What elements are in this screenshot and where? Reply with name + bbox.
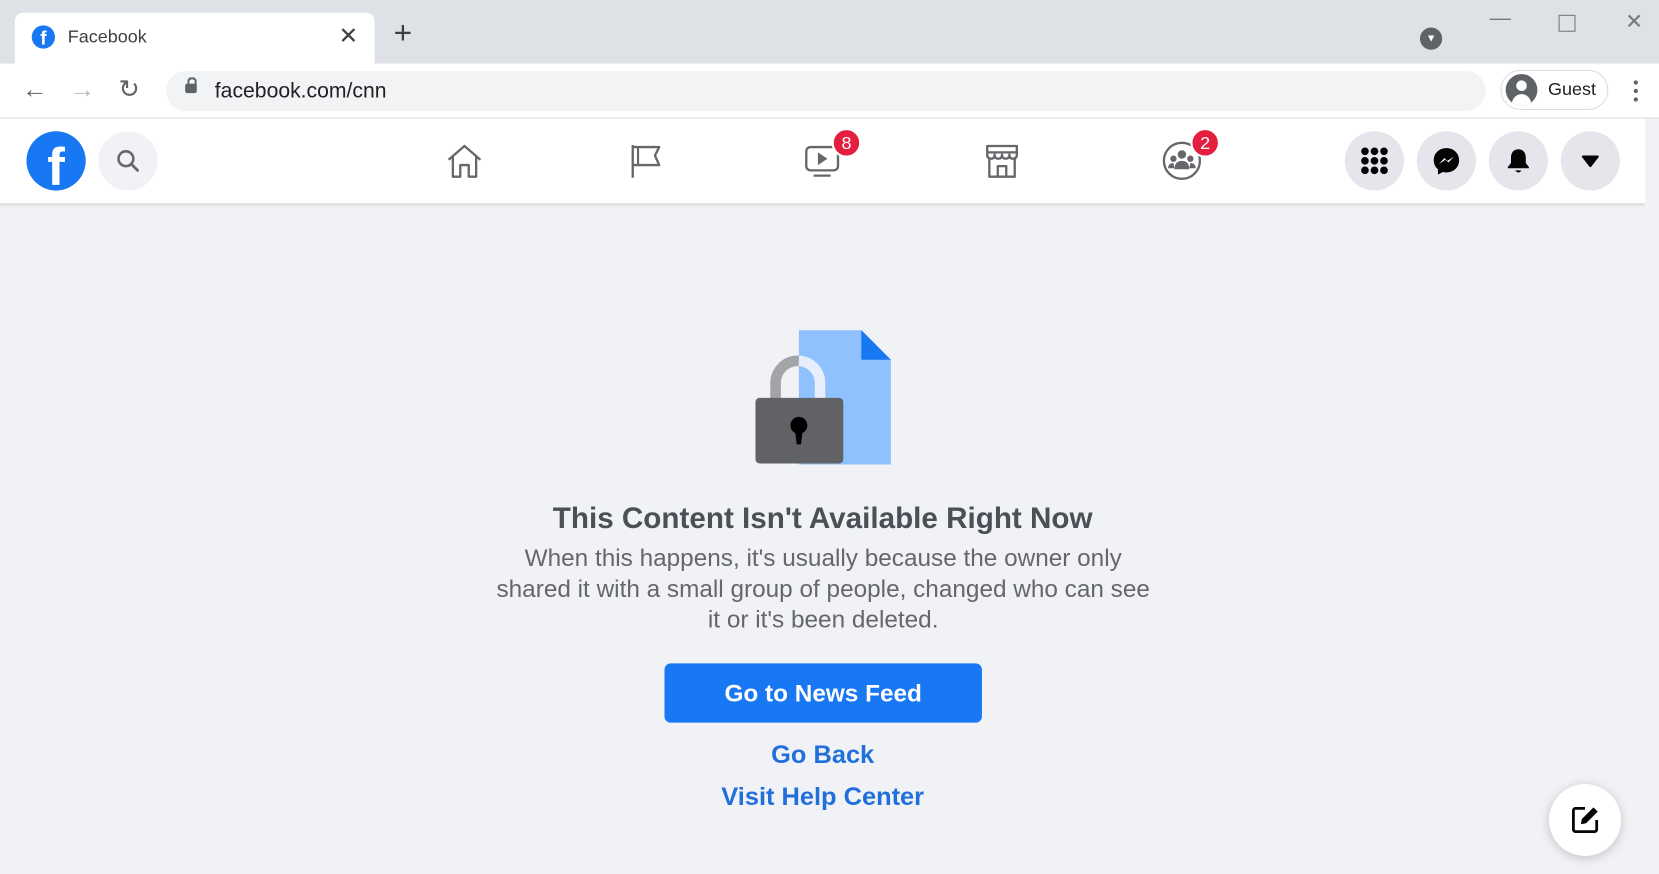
facebook-logo[interactable]: f — [26, 131, 86, 191]
flag-icon — [631, 144, 661, 178]
account-button[interactable] — [1560, 131, 1620, 191]
notifications-button[interactable] — [1488, 131, 1549, 191]
grid-menu-icon — [1361, 147, 1388, 175]
menu-button[interactable] — [1344, 131, 1405, 191]
compose-icon — [1572, 807, 1599, 834]
help-center-link-text[interactable]: Visit Help Center — [721, 783, 924, 812]
browser-window: f Facebook ✕ + ▼ — ✕ ← → ↻ facebook.com/… — [0, 0, 1659, 874]
search-icon — [117, 150, 139, 172]
facebook-favicon-icon: f — [31, 25, 56, 49]
help-center-link: Visit Help Center — [0, 783, 1645, 813]
avatar-icon — [1505, 74, 1538, 106]
browser-toolbar: ← → ↻ facebook.com/cnn Guest — [0, 63, 1659, 119]
search-button[interactable] — [98, 131, 158, 191]
tab-strip: f Facebook ✕ + ▼ — ✕ — [0, 0, 1659, 64]
tab-close-icon[interactable]: ✕ — [339, 22, 359, 50]
locked-content-illustration — [755, 330, 891, 465]
forward-icon[interactable]: → — [70, 74, 95, 106]
page-scrollbar[interactable] — [1645, 118, 1659, 874]
store-icon — [986, 144, 1018, 178]
go-to-news-feed-button[interactable]: Go to News Feed — [664, 663, 982, 723]
nav-home[interactable] — [443, 142, 485, 180]
go-back-link-text[interactable]: Go Back — [771, 741, 874, 770]
watch-badge: 8 — [831, 128, 862, 158]
url-text[interactable]: facebook.com/cnn — [215, 79, 387, 103]
tab-search-icon[interactable]: ▼ — [1419, 27, 1443, 50]
messenger-button[interactable] — [1416, 131, 1477, 191]
minimize-icon[interactable]: — — [1490, 6, 1511, 30]
address-bar[interactable]: facebook.com/cnn — [166, 70, 1486, 112]
tab-title: Facebook — [67, 26, 147, 47]
nav-pages[interactable] — [623, 142, 665, 180]
groups-badge: 2 — [1190, 128, 1220, 158]
browser-menu-icon[interactable] — [1633, 80, 1639, 105]
window-close-icon[interactable]: ✕ — [1625, 8, 1643, 34]
go-back-link: Go Back — [0, 741, 1645, 771]
tab-facebook[interactable]: f Facebook ✕ — [14, 12, 375, 64]
home-icon — [447, 144, 482, 178]
back-icon[interactable]: ← — [22, 74, 47, 106]
bell-icon — [1507, 149, 1529, 173]
new-tab-button[interactable]: + — [394, 17, 413, 50]
page-description: When this happens, it's usually because … — [496, 543, 1150, 633]
messenger-icon — [1433, 148, 1460, 175]
lock-icon — [185, 77, 197, 94]
profile-button[interactable]: Guest — [1500, 69, 1609, 111]
reload-icon[interactable]: ↻ — [119, 74, 140, 106]
facebook-header: f 8 2 — [0, 118, 1646, 204]
profile-label: Guest — [1548, 79, 1596, 100]
page-title: This Content Isn't Available Right Now — [552, 501, 1093, 535]
caret-down-icon — [1581, 155, 1599, 168]
maximize-icon[interactable] — [1558, 14, 1576, 32]
nav-marketplace[interactable] — [981, 142, 1023, 180]
new-message-button[interactable] — [1549, 784, 1622, 857]
